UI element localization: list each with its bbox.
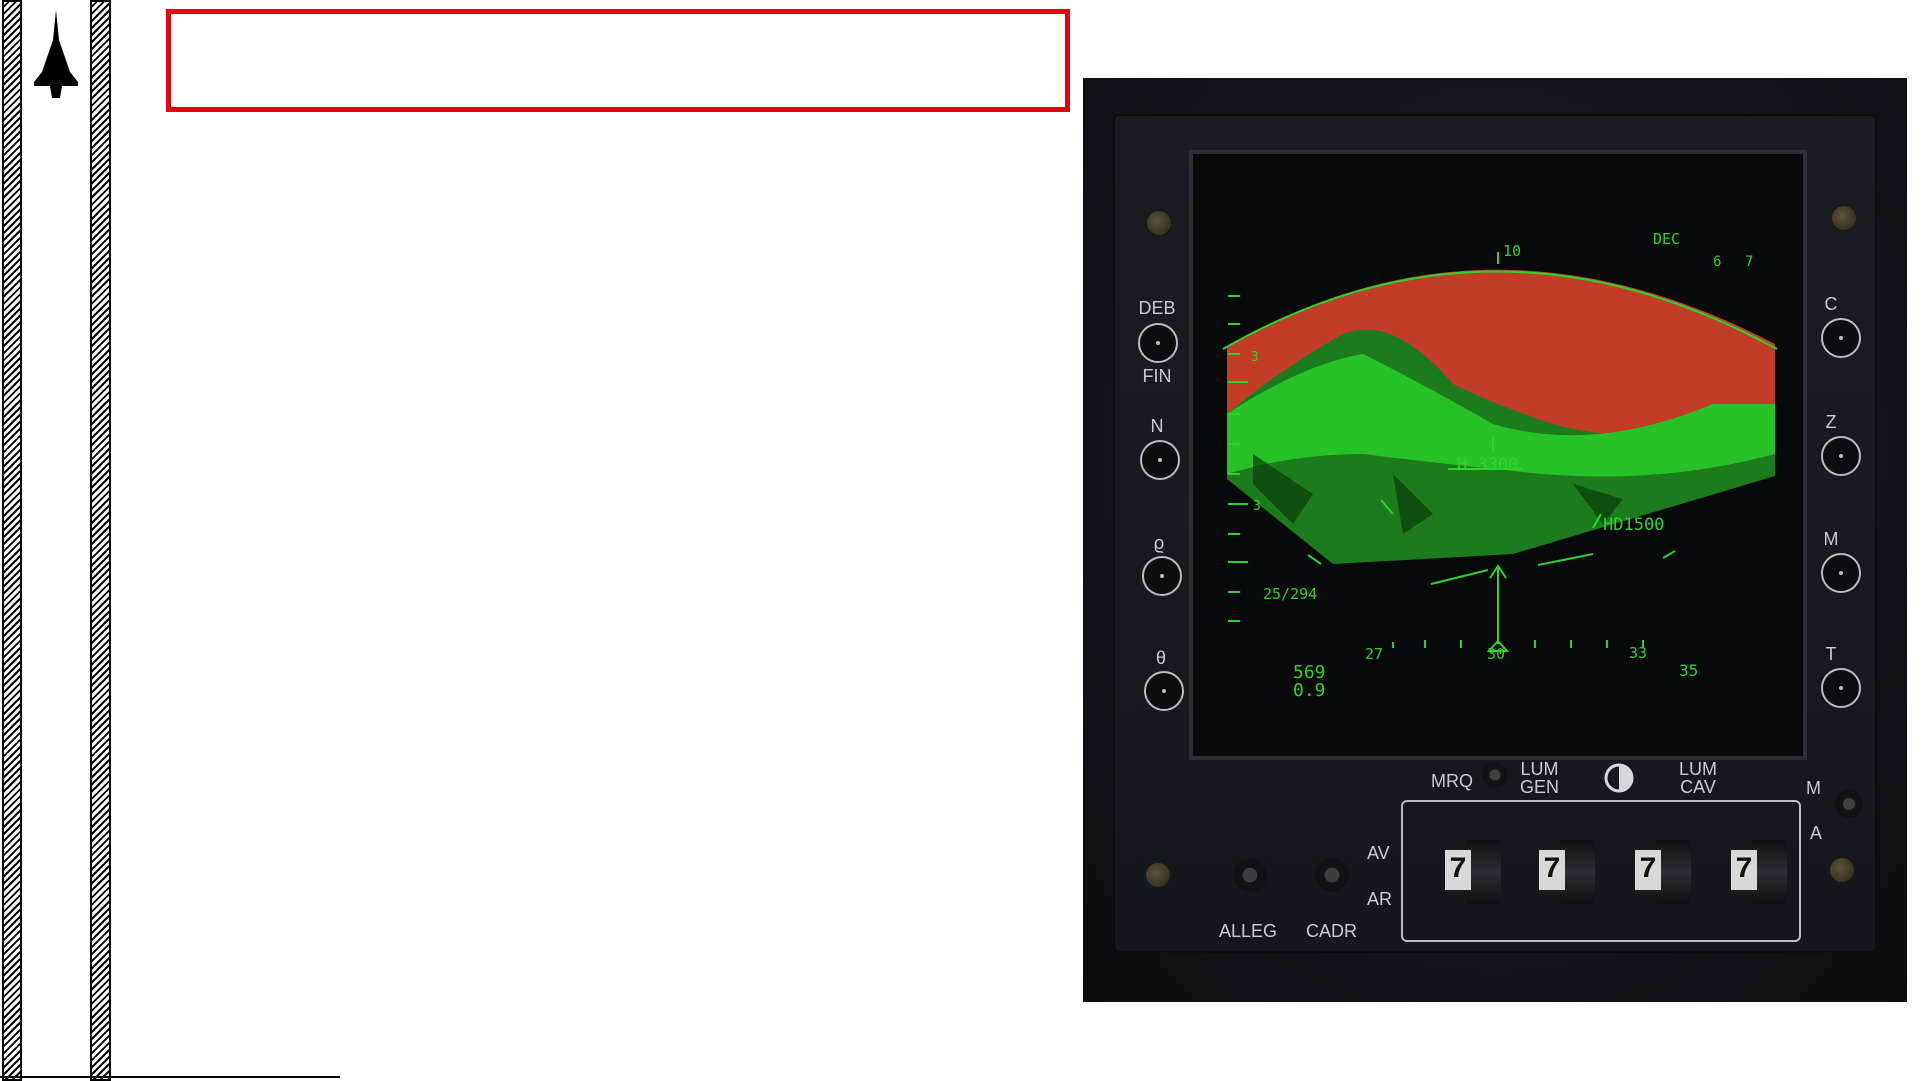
theta-label: θ bbox=[1155, 648, 1166, 668]
rho-knob[interactable] bbox=[1142, 556, 1182, 596]
lum-gen-label-line2: GEN bbox=[1520, 777, 1560, 797]
jet-logo-icon bbox=[34, 10, 78, 98]
radar-display: DEC 10 6 7 3 3 H 3300 HD1500 25/294 27 3… bbox=[1222, 230, 1778, 701]
heading-30: 30 bbox=[1487, 645, 1505, 663]
m-label: M bbox=[1823, 529, 1839, 549]
m-a-switch[interactable] bbox=[1835, 790, 1863, 818]
lum-cav-label: LUM CAV bbox=[1679, 760, 1717, 796]
radar-screen-frame: DEC 10 6 7 3 3 H 3300 HD1500 25/294 27 3… bbox=[1189, 150, 1807, 760]
scale-label-3: 3 bbox=[1253, 499, 1261, 514]
radar-panel-photo: DEB FIN N ϱ θ C Z M T DEC 10 6 7 3 3 H 3… bbox=[1083, 78, 1907, 1002]
altitude-readout: H 3300 bbox=[1457, 455, 1518, 475]
thumbwheel-digit-4: 7 bbox=[1731, 850, 1757, 890]
mrq-knob[interactable] bbox=[1482, 762, 1508, 788]
thumbwheel-digit-2: 7 bbox=[1539, 850, 1565, 890]
cadr-switch[interactable] bbox=[1315, 858, 1349, 892]
heading-33: 33 bbox=[1629, 644, 1647, 662]
mrq-label: MRQ bbox=[1431, 771, 1473, 791]
range-tick-6: 6 bbox=[1713, 254, 1721, 270]
thumbwheel-panel: 7 7 7 7 bbox=[1401, 800, 1801, 942]
deb-fin-knob[interactable] bbox=[1138, 323, 1178, 363]
fin-label: FIN bbox=[1142, 366, 1172, 386]
screw-icon bbox=[1829, 857, 1855, 883]
range-tick-left: 3 bbox=[1251, 350, 1259, 365]
t-knob[interactable] bbox=[1821, 668, 1861, 708]
alleg-label: ALLEG bbox=[1219, 921, 1278, 941]
deb-label: DEB bbox=[1138, 298, 1176, 318]
mach-readout: 0.9 bbox=[1293, 680, 1326, 701]
range-tick-top: 10 bbox=[1503, 242, 1521, 260]
ar-label: AR bbox=[1367, 889, 1393, 909]
heading-27: 27 bbox=[1365, 645, 1383, 663]
cadr-label: CADR bbox=[1306, 921, 1358, 941]
lum-gen-label-line1: LUM bbox=[1520, 759, 1559, 779]
lum-gen-label: LUM GEN bbox=[1520, 760, 1559, 796]
a-switch-label: A bbox=[1810, 823, 1823, 843]
z-knob[interactable] bbox=[1821, 436, 1861, 476]
lum-cav-label-line2: CAV bbox=[1680, 777, 1716, 797]
dec-label: DEC bbox=[1653, 230, 1680, 248]
thumbwheel-digit-3: 7 bbox=[1635, 850, 1661, 890]
z-label: Z bbox=[1825, 412, 1837, 432]
screw-icon bbox=[1146, 210, 1172, 236]
m-switch-label: M bbox=[1806, 778, 1821, 798]
screw-icon bbox=[1831, 205, 1857, 231]
theta-knob[interactable] bbox=[1144, 671, 1184, 711]
rho-label: ϱ bbox=[1153, 533, 1165, 553]
c-knob[interactable] bbox=[1821, 318, 1861, 358]
t-label: T bbox=[1825, 644, 1837, 664]
thumbwheel-digit-1: 7 bbox=[1445, 850, 1471, 890]
range-tick-7: 7 bbox=[1745, 254, 1753, 270]
screw-icon bbox=[1145, 862, 1171, 888]
lum-cav-label-line1: LUM bbox=[1679, 759, 1718, 779]
alleg-switch[interactable] bbox=[1233, 858, 1267, 892]
m-knob[interactable] bbox=[1821, 553, 1861, 593]
range-readout: 25/294 bbox=[1263, 585, 1317, 603]
hd-readout: HD1500 bbox=[1603, 515, 1664, 535]
right-rail-stripe bbox=[90, 0, 111, 1081]
heading-35: 35 bbox=[1679, 661, 1698, 680]
av-label: AV bbox=[1367, 843, 1390, 863]
c-label: C bbox=[1824, 294, 1838, 314]
n-knob[interactable] bbox=[1140, 440, 1180, 480]
left-rail-stripe bbox=[2, 0, 22, 1081]
title-callout-box bbox=[166, 9, 1070, 112]
n-label: N bbox=[1150, 416, 1164, 436]
bottom-divider bbox=[0, 1076, 340, 1078]
contrast-icon[interactable] bbox=[1604, 763, 1634, 793]
